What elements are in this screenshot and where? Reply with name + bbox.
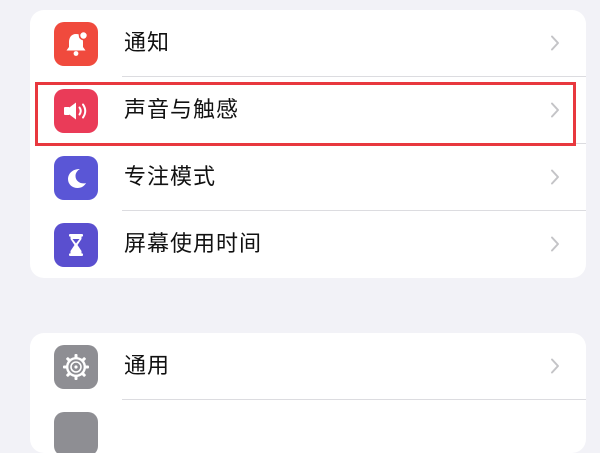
chevron-right-icon: [551, 169, 559, 185]
chevron-right-icon: [551, 236, 559, 252]
chevron-right-icon: [551, 102, 559, 118]
chevron-right-icon: [551, 358, 559, 374]
control-center-icon: [54, 412, 98, 453]
speaker-icon: [54, 89, 98, 133]
settings-item-notifications[interactable]: 通知: [30, 10, 586, 77]
settings-item-label: 屏幕使用时间: [124, 232, 263, 257]
settings-item-control-center[interactable]: [30, 400, 586, 453]
settings-group-2: 通用: [30, 333, 586, 453]
settings-item-label: 通用: [124, 354, 171, 379]
moon-icon: [54, 156, 98, 200]
settings-item-label: 专注模式: [124, 165, 217, 190]
bell-icon: [54, 22, 98, 66]
chevron-right-icon: [551, 35, 559, 51]
settings-item-focus[interactable]: 专注模式: [30, 144, 586, 211]
settings-item-sounds-haptics[interactable]: 声音与触感: [30, 77, 586, 144]
gear-icon: [54, 345, 98, 389]
settings-item-screen-time[interactable]: 屏幕使用时间: [30, 211, 586, 278]
settings-item-label: 声音与触感: [124, 98, 240, 123]
settings-group-1: 通知 声音与触感 专注模式 屏幕使用时间: [30, 10, 586, 278]
settings-item-general[interactable]: 通用: [30, 333, 586, 400]
settings-item-label: 通知: [124, 31, 171, 56]
hourglass-icon: [54, 223, 98, 267]
